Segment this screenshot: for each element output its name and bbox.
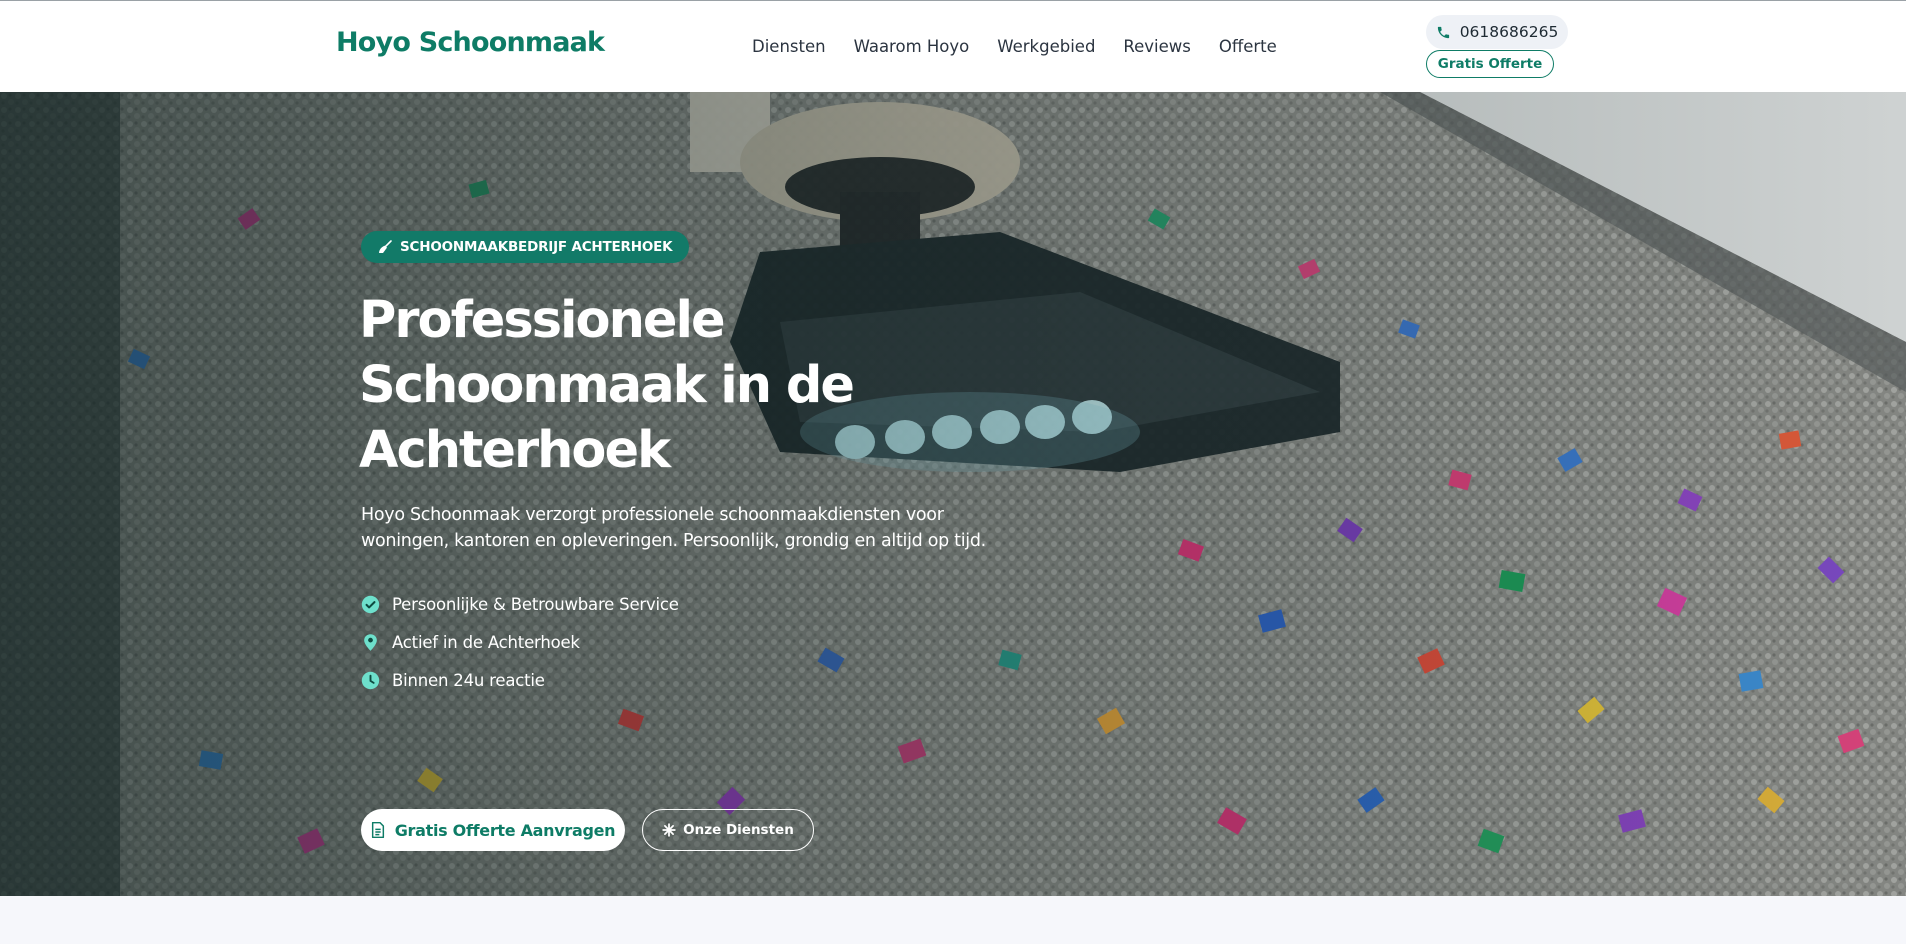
broom-icon — [379, 240, 392, 253]
request-quote-button[interactable]: Gratis Offerte Aanvragen — [361, 809, 625, 851]
hero-title: Professionele Schoonmaak in de Achterhoe… — [359, 291, 855, 480]
request-quote-label: Gratis Offerte Aanvragen — [394, 820, 616, 840]
our-services-label: Onze Diensten — [683, 822, 794, 838]
hero-overlay — [0, 92, 1906, 896]
map-pin-icon — [364, 633, 377, 651]
phone-icon — [1437, 26, 1449, 38]
our-services-button[interactable]: Onze Diensten — [642, 809, 814, 851]
feature-item: Binnen 24u reactie — [361, 661, 679, 699]
logo[interactable]: Hoyo Schoonmaak — [336, 27, 605, 58]
phone-number: 0618686265 — [1459, 23, 1559, 41]
phone-button[interactable]: 0618686265 — [1426, 15, 1568, 49]
clock-icon — [361, 671, 380, 689]
sparkle-icon — [662, 823, 676, 837]
hero-badge: SCHOONMAAKBEDRIJF ACHTERHOEK — [361, 231, 690, 263]
nav-link-werkgebied[interactable]: Werkgebied — [997, 37, 1095, 56]
nav-link-offerte[interactable]: Offerte — [1219, 37, 1277, 56]
next-section — [0, 896, 1906, 944]
nav-link-reviews[interactable]: Reviews — [1123, 37, 1190, 56]
document-icon — [371, 822, 384, 838]
hero-description: Hoyo Schoonmaak verzorgt professionele s… — [361, 505, 986, 551]
nav-link-diensten[interactable]: Diensten — [752, 37, 826, 56]
gratis-offerte-button[interactable]: Gratis Offerte — [1426, 50, 1554, 78]
hero-section: SCHOONMAAKBEDRIJF ACHTERHOEK Professione… — [0, 92, 1906, 896]
main-nav: Diensten Waarom Hoyo Werkgebied Reviews … — [752, 37, 1277, 56]
feature-item: Actief in de Achterhoek — [361, 623, 679, 661]
feature-label: Actief in de Achterhoek — [392, 632, 580, 652]
nav-link-waarom-hoyo[interactable]: Waarom Hoyo — [854, 37, 970, 56]
check-circle-icon — [361, 595, 380, 613]
hero-badge-label: SCHOONMAAKBEDRIJF ACHTERHOEK — [400, 239, 673, 255]
site-header: Hoyo Schoonmaak Diensten Waarom Hoyo Wer… — [0, 0, 1906, 92]
feature-label: Binnen 24u reactie — [392, 670, 545, 690]
feature-label: Persoonlijke & Betrouwbare Service — [392, 594, 679, 614]
feature-list: Persoonlijke & Betrouwbare Service Actie… — [361, 585, 679, 699]
feature-item: Persoonlijke & Betrouwbare Service — [361, 585, 679, 623]
